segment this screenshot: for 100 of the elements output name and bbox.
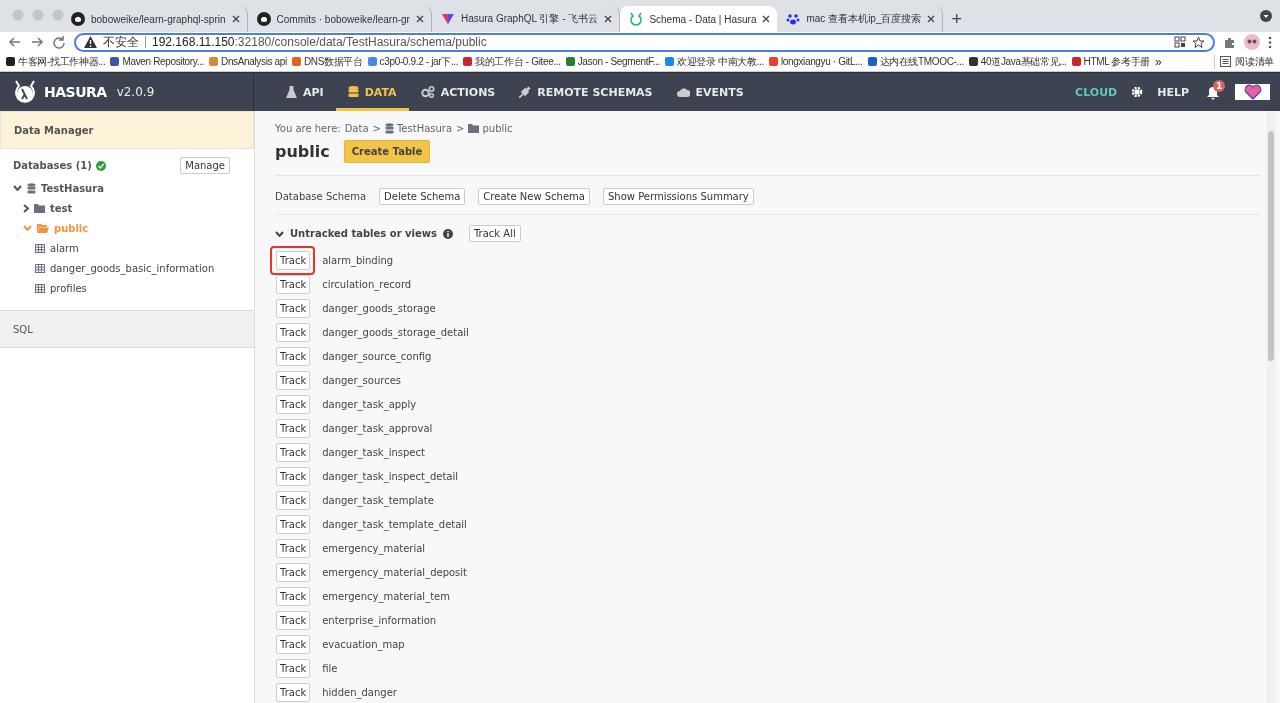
track-button[interactable]: Track	[276, 682, 311, 702]
browser-tab[interactable]: Schema - Data | Hasura	[620, 6, 778, 32]
schema-label: Database Schema	[275, 191, 367, 202]
track-button[interactable]: Track	[276, 610, 311, 630]
track-button[interactable]: Track	[276, 562, 311, 582]
track-button[interactable]: Track	[276, 322, 311, 342]
more-bookmarks-button[interactable]: »	[1155, 54, 1162, 69]
table-name: danger_task_inspect	[322, 446, 425, 458]
track-button[interactable]: Track	[276, 394, 311, 414]
bookmark[interactable]: 达内在线TMOOC-...	[867, 54, 964, 69]
chevron-down-icon	[23, 225, 32, 231]
track-button[interactable]: Track	[276, 634, 311, 654]
track-button[interactable]: Track	[276, 298, 311, 318]
track-button[interactable]: Track	[276, 370, 311, 390]
table-icon	[35, 263, 45, 273]
nav-tab[interactable]: ACTIONS	[408, 73, 508, 111]
gears-icon	[420, 86, 435, 98]
bookmark-icon	[665, 57, 674, 66]
nav-tab[interactable]: EVENTS	[664, 73, 756, 111]
cloud-link[interactable]: CLOUD	[1061, 85, 1132, 99]
table-name: danger_source_config	[322, 350, 432, 362]
database-icon	[347, 86, 359, 98]
table-name: evacuation_map	[322, 638, 405, 650]
bookmark[interactable]: 牛客网-找工作神器...	[6, 54, 106, 69]
track-button[interactable]: Track	[276, 514, 311, 534]
database-icon	[384, 123, 394, 134]
bookmark[interactable]: DnsAnalysis api	[209, 56, 287, 67]
bookmark[interactable]: 我的工作台 - Gitee...	[463, 54, 561, 69]
table-name: danger_task_template_detail	[322, 518, 467, 530]
bookmark-icon	[463, 57, 473, 66]
breadcrumb-link[interactable]: TestHasura	[384, 123, 453, 134]
breadcrumb-link[interactable]: Data	[344, 123, 369, 134]
back-icon	[8, 35, 22, 49]
version-label: v2.0.9	[116, 85, 155, 99]
schema-button[interactable]: Show Permissions Summary	[602, 188, 754, 205]
tree-item[interactable]: test	[23, 198, 254, 218]
sql-section[interactable]: SQL	[0, 310, 254, 348]
reload-icon	[52, 35, 66, 49]
bookmark[interactable]: HTML 参考手册	[1071, 54, 1151, 69]
track-button[interactable]: Track	[276, 658, 311, 678]
bookmark[interactable]: c3p0-0.9.2 - jar下...	[367, 54, 459, 69]
create-table-button[interactable]: Create Table	[343, 140, 431, 163]
forward-icon	[30, 35, 44, 49]
folder-open-icon	[37, 223, 49, 233]
close-icon	[231, 15, 240, 23]
bookmark[interactable]: 40道Java基础常见...	[968, 54, 1067, 69]
bookmark[interactable]: Maven Repository...	[110, 56, 204, 67]
manage-button[interactable]: Manage	[180, 157, 230, 174]
heart-button[interactable]	[1235, 84, 1270, 100]
schema-button[interactable]: Delete Schema	[379, 188, 466, 205]
track-button[interactable]: Track	[276, 418, 311, 438]
chevron-down-icon	[13, 185, 22, 191]
nav-tab[interactable]: API	[274, 73, 336, 111]
table-icon	[35, 243, 45, 253]
track-button[interactable]: Track	[276, 346, 311, 366]
bookmark[interactable]: 欢迎登录 中南大教...	[665, 54, 764, 69]
settings-icon[interactable]	[1131, 86, 1144, 98]
heart-icon	[1243, 84, 1262, 100]
scrollbar-thumb[interactable]	[1268, 131, 1274, 361]
qr-code-icon	[1174, 36, 1186, 48]
bookmark-icon	[110, 57, 120, 66]
bookmark[interactable]: longxiangyu · GitL...	[768, 56, 863, 67]
plug-icon	[519, 86, 532, 98]
notification-badge: 1	[1213, 80, 1226, 92]
avatar-icon	[1244, 34, 1260, 50]
puzzle-icon	[1223, 35, 1236, 49]
schema-button[interactable]: Create New Schema	[478, 188, 590, 205]
track-button[interactable]: Track	[276, 490, 311, 510]
tree-item[interactable]: TestHasura	[13, 178, 254, 198]
bookmark-icon	[565, 57, 575, 66]
table-name: emergency_material_deposit	[322, 566, 468, 578]
track-button[interactable]: Track	[276, 466, 311, 486]
breadcrumb-separator: >	[372, 123, 381, 134]
track-button[interactable]: Track	[276, 274, 311, 294]
track-all-button[interactable]: Track All	[468, 225, 521, 242]
track-button[interactable]: Track	[276, 586, 311, 606]
address-field[interactable]: 不安全 192.168.11.150:32180/console/data/TestHasura/schema/public	[74, 32, 1215, 52]
table-icon	[35, 283, 45, 293]
table-name: danger_goods_storage_detail	[322, 326, 469, 338]
track-button[interactable]: Track	[276, 442, 311, 462]
reading-list-button[interactable]: 阅读清单	[1214, 54, 1274, 69]
table-name: enterprise_information	[322, 614, 437, 626]
table-name: emergency_material	[322, 542, 426, 554]
tree-item[interactable]: alarm	[35, 238, 254, 258]
nav-tab[interactable]: REMOTE SCHEMAS	[507, 73, 665, 111]
track-button[interactable]: Track	[276, 250, 311, 270]
window-control-icon	[52, 9, 64, 21]
database-icon	[27, 182, 36, 194]
table-name: danger_task_template	[322, 494, 434, 506]
table-name: danger_task_approval	[322, 422, 433, 434]
breadcrumb-link[interactable]: public	[468, 123, 513, 134]
help-link[interactable]: HELP	[1143, 85, 1203, 99]
new-tab-button[interactable]: +	[951, 6, 962, 32]
tree-item[interactable]: danger_goods_basic_information	[35, 258, 254, 278]
bookmark[interactable]: Jason - SegmentF...	[565, 56, 660, 67]
track-button[interactable]: Track	[276, 538, 311, 558]
tree-item[interactable]: profiles	[35, 278, 254, 298]
bookmark[interactable]: DNS数据平台	[291, 54, 363, 69]
table-name: danger_task_apply	[322, 398, 417, 410]
security-label: 不安全	[103, 36, 146, 48]
